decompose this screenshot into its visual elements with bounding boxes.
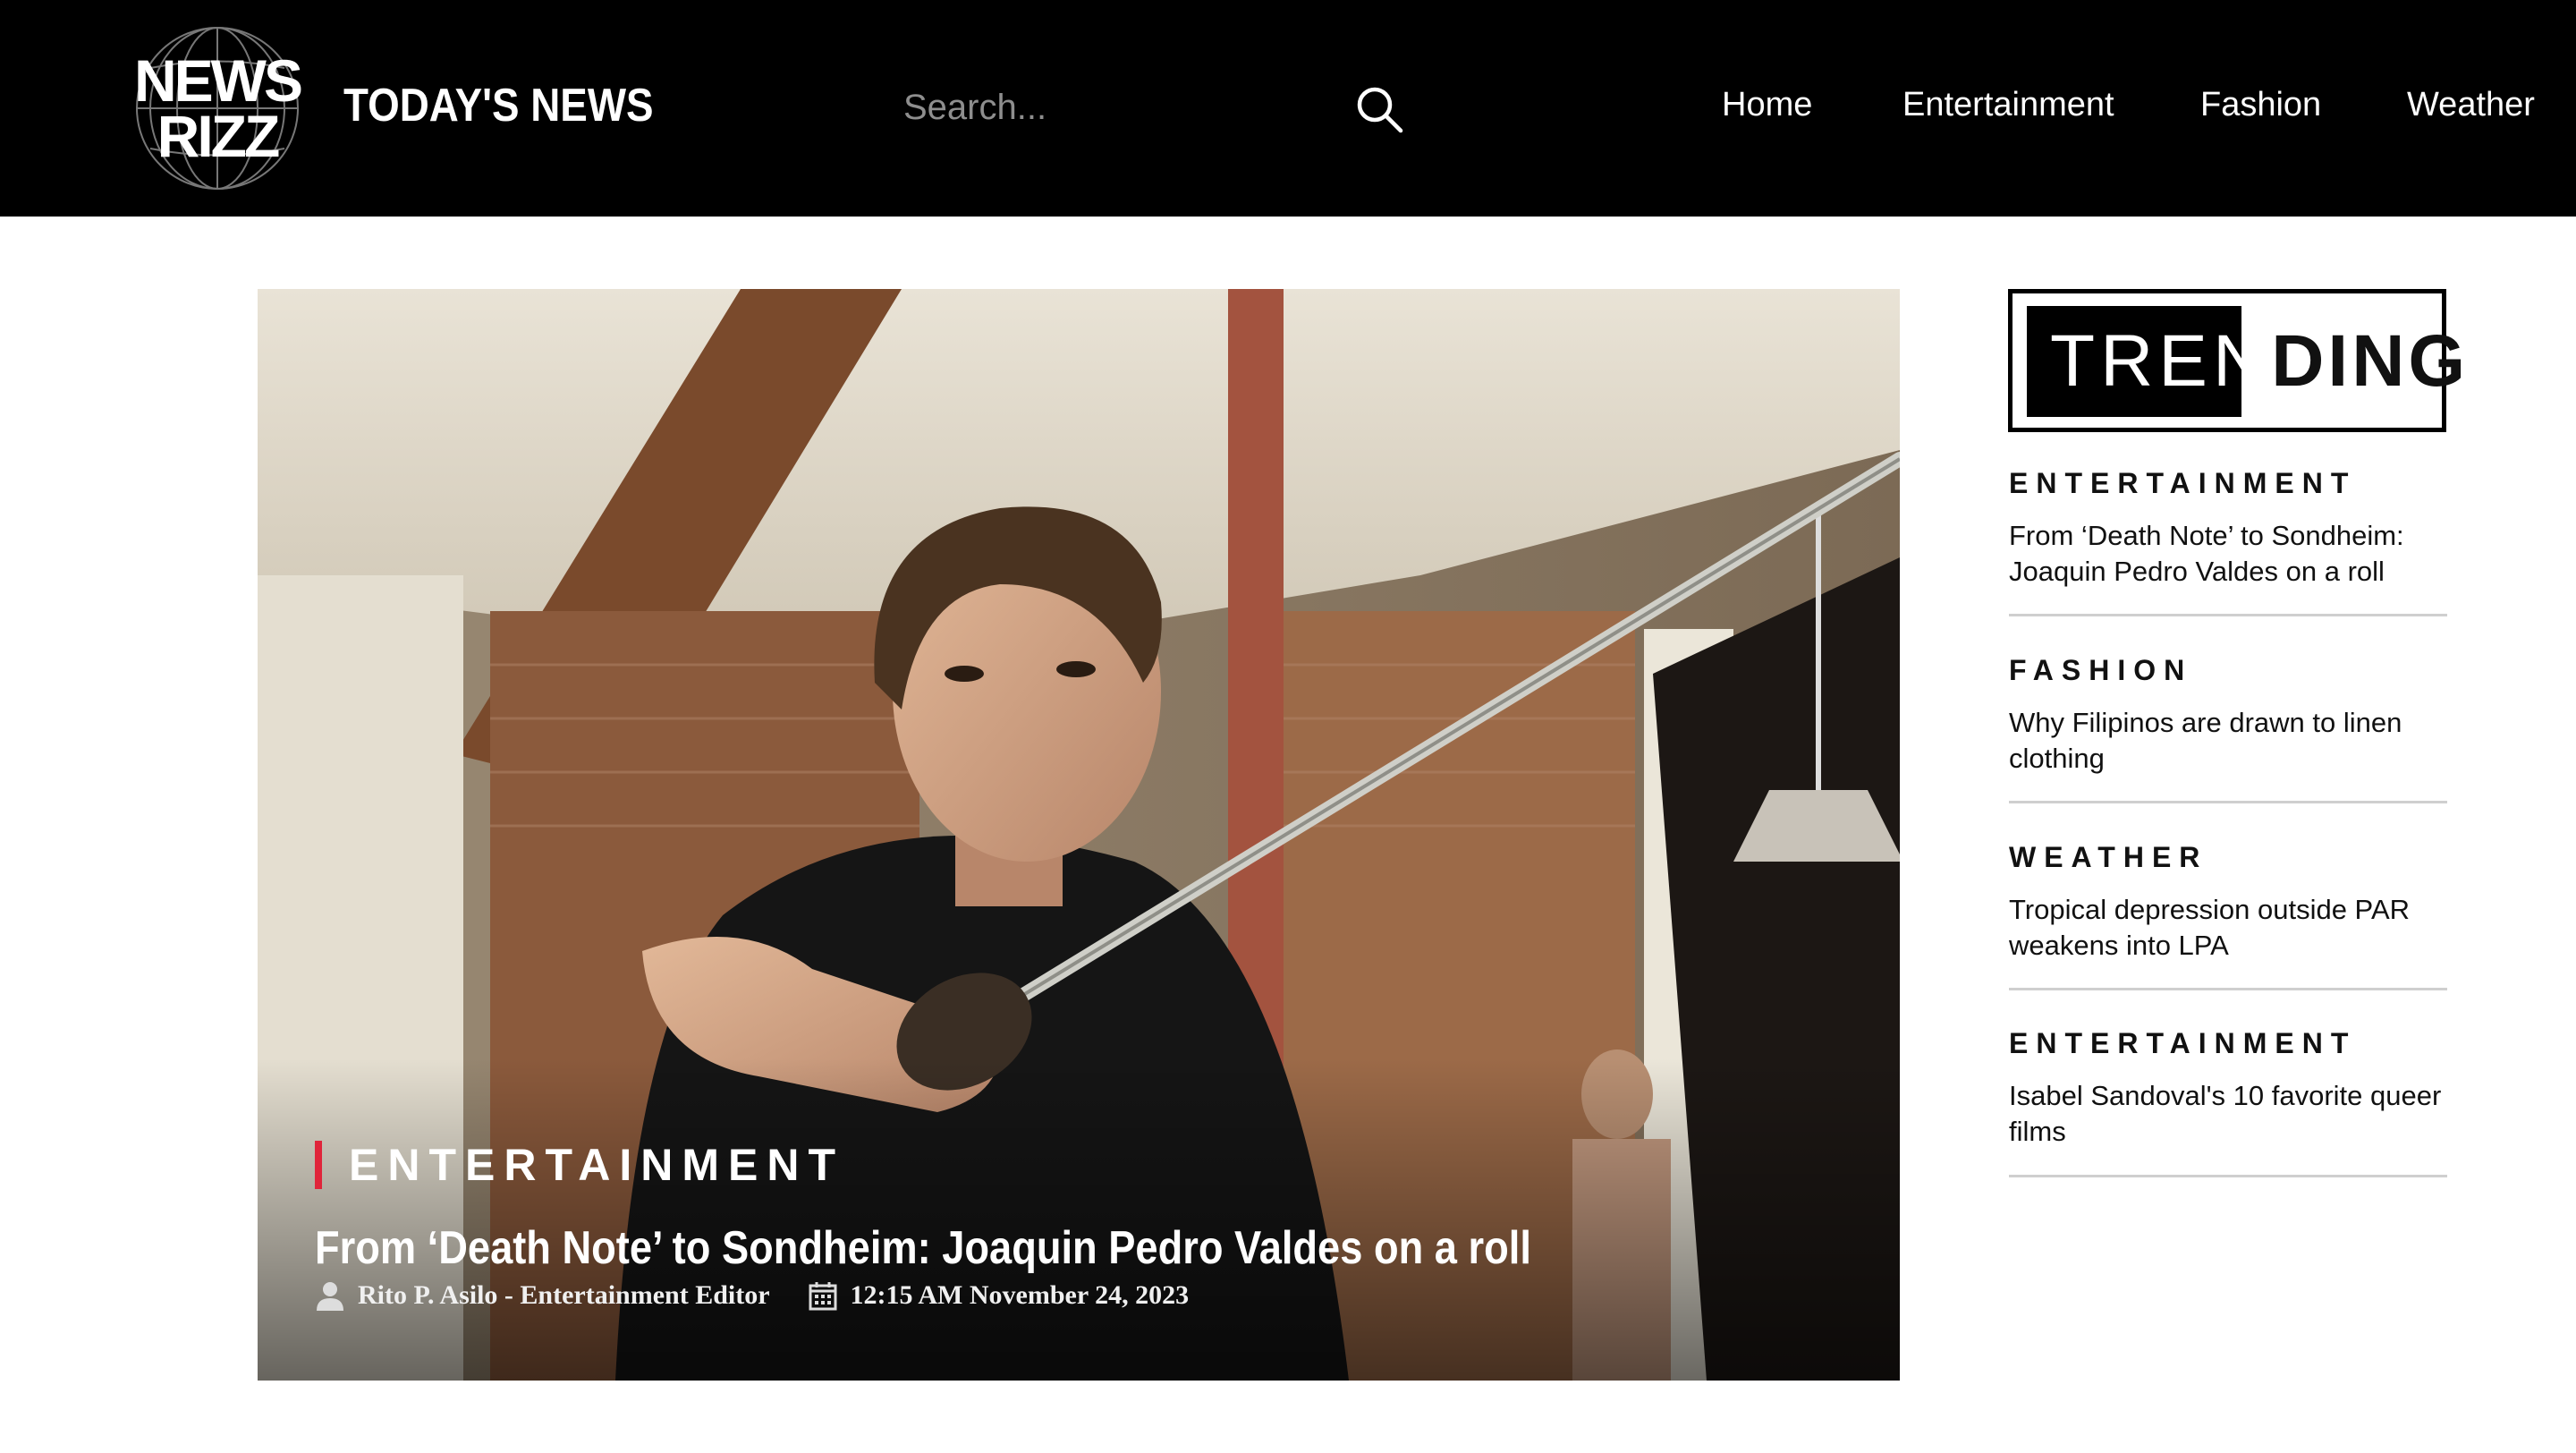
trending-item-title[interactable]: From ‘Death Note’ to Sondheim: Joaquin P… [2009,518,2447,590]
nav-weather[interactable]: Weather [2407,86,2535,124]
trending-item-category[interactable]: ENTERTAINMENT [2009,467,2447,500]
trending-item[interactable]: ENTERTAINMENT Isabel Sandoval's 10 favor… [2009,1027,2447,1177]
top-navigation-bar: NEWS RIZZ TODAY'S NEWS Home Entertainmen… [0,0,2576,217]
nav-entertainment[interactable]: Entertainment [1902,86,2114,124]
trending-item[interactable]: FASHION Why Filipinos are drawn to linen… [2009,654,2447,803]
trending-item-title[interactable]: Why Filipinos are drawn to linen clothin… [2009,705,2447,777]
trending-item-title[interactable]: Tropical depression outside PAR weakens … [2009,892,2447,964]
logo-wordmark: NEWS RIZZ [132,23,303,193]
trending-item[interactable]: ENTERTAINMENT From ‘Death Note’ to Sondh… [2009,467,2447,616]
logo-line-1: NEWS [134,47,303,114]
trending-item-category[interactable]: ENTERTAINMENT [2009,1027,2447,1060]
hero-category[interactable]: ENTERTAINMENT [315,1139,844,1191]
hero-gradient [258,1058,1900,1381]
site-title[interactable]: TODAY'S NEWS [343,79,654,132]
trending-item-title[interactable]: Isabel Sandoval's 10 favorite queer film… [2009,1078,2447,1150]
trending-heading-part-1: TREN [2050,320,2272,402]
search-icon[interactable] [1352,82,1406,136]
calendar-icon [809,1282,837,1311]
hero-datetime: 12:15 AM November 24, 2023 [850,1280,1190,1310]
trending-item-category[interactable]: WEATHER [2009,841,2447,874]
category-accent-bar [315,1141,322,1189]
hero-article[interactable]: ENTERTAINMENT From ‘Death Note’ to Sondh… [258,289,1900,1381]
nav-home[interactable]: Home [1722,86,1812,124]
trending-heading: TRENDING [2008,289,2465,432]
user-icon [317,1282,343,1311]
trending-heading-text: TRENDING [2050,320,2469,403]
hero-meta: Rito P. Asilo - Entertainment Editor 12:… [315,1280,1189,1311]
nav-fashion[interactable]: Fashion [2200,86,2321,124]
logo-line-2: RIZZ [157,103,281,169]
site-logo[interactable]: NEWS RIZZ [132,23,303,193]
trending-item-category[interactable]: FASHION [2009,654,2447,687]
hero-author[interactable]: Rito P. Asilo - Entertainment Editor [358,1280,770,1311]
search-input[interactable] [903,79,1333,136]
hero-category-label: ENTERTAINMENT [349,1140,845,1190]
hero-title[interactable]: From ‘Death Note’ to Sondheim: Joaquin P… [315,1221,1531,1275]
trending-item[interactable]: WEATHER Tropical depression outside PAR … [2009,841,2447,990]
trending-heading-part-2: DING [2271,320,2470,402]
